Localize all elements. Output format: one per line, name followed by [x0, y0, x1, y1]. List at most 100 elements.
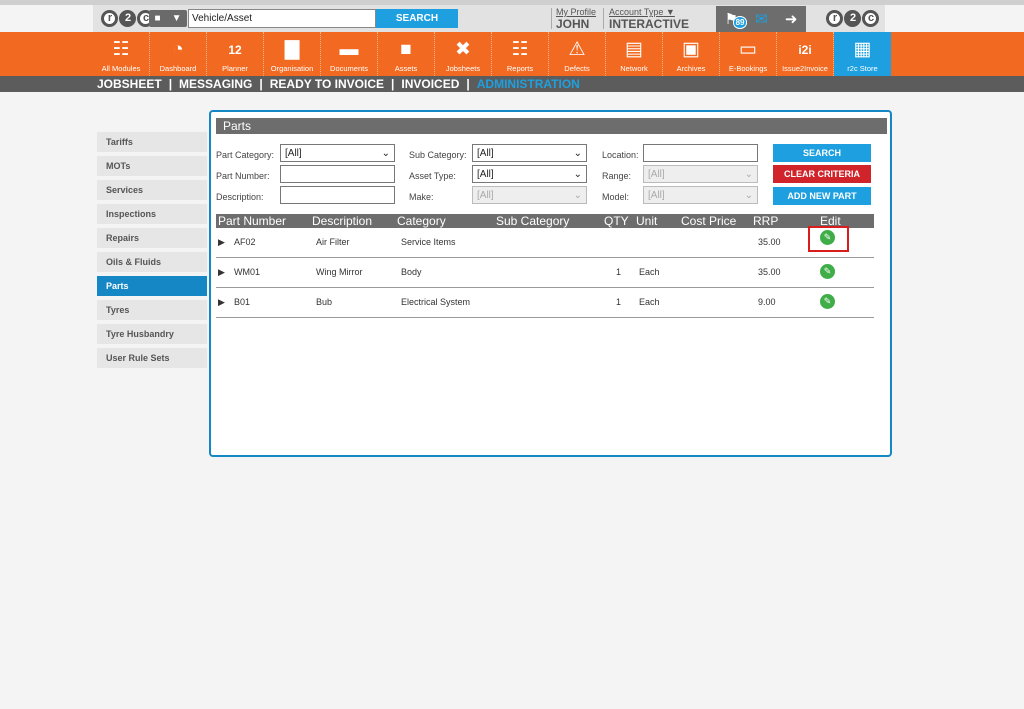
sidebar-item-parts[interactable]: Parts: [97, 276, 207, 296]
sidebar-item-services[interactable]: Services: [97, 180, 207, 200]
description-input[interactable]: [280, 186, 395, 204]
add-new-part-button[interactable]: ADD NEW PART: [773, 187, 871, 205]
module-organisation[interactable]: ▇ Organisation: [264, 32, 321, 76]
table-row[interactable]: ▶ WM01 Wing Mirror Body 1 Each 35.00 ✎: [216, 258, 874, 288]
chevron-down-icon: ⌄: [744, 189, 753, 201]
r2c-logo[interactable]: r2c: [101, 9, 155, 27]
vehicle-search-button[interactable]: SEARCH: [376, 9, 458, 28]
sidebar-item-tyre-husbandry[interactable]: Tyre Husbandry: [97, 324, 207, 344]
edit-icon[interactable]: ✎: [820, 294, 835, 309]
cell-rrp: 35.00: [758, 267, 781, 277]
module-label: Issue2Invoice: [782, 64, 828, 73]
subnav-invoiced[interactable]: INVOICED: [401, 77, 459, 91]
module-bar: ☷ All Modules ◔ Dashboard 12 Planner ▇ Organisa…: [93, 32, 891, 76]
asset-type-select[interactable]: [All] ⌄: [472, 165, 587, 183]
module-label: E-Bookings: [728, 64, 768, 73]
part-category-select[interactable]: [All] ⌄: [280, 144, 395, 162]
module-label: Documents: [330, 64, 368, 73]
warning-icon: ⚠: [568, 39, 586, 60]
asset-type-selector[interactable]: ■ ▼: [149, 10, 187, 27]
module-reports[interactable]: ☷ Reports: [492, 32, 549, 76]
table-row[interactable]: ▶ B01 Bub Electrical System 1 Each 9.00 ✎: [216, 288, 874, 318]
sidebar-item-inspections[interactable]: Inspections: [97, 204, 207, 224]
my-profile-link[interactable]: My Profile: [556, 7, 596, 17]
edit-icon[interactable]: ✎: [820, 264, 835, 279]
cell-category: Service Items: [401, 237, 456, 247]
store-icon: ▦: [853, 39, 872, 60]
chevron-down-icon: ▼: [171, 13, 182, 24]
cell-category: Body: [401, 267, 422, 277]
module-documents[interactable]: ▬ Documents: [321, 32, 378, 76]
envelope-icon[interactable]: ✉: [755, 10, 768, 28]
subnav-jobsheet[interactable]: JOBSHEET: [97, 77, 162, 91]
sub-category-select[interactable]: [All] ⌄: [472, 144, 587, 162]
sidebar-item-tariffs[interactable]: Tariffs: [97, 132, 207, 152]
cell-part-number: AF02: [234, 237, 256, 247]
module-label: Planner: [222, 64, 248, 73]
top-bar: r2c ■ ▼ SEARCH My Profile JOHN Account T…: [93, 5, 885, 32]
clear-criteria-button[interactable]: CLEAR CRITERIA: [773, 165, 871, 183]
module-network[interactable]: ▤ Network: [606, 32, 663, 76]
part-number-input[interactable]: [280, 165, 395, 183]
sidebar-item-tyres[interactable]: Tyres: [97, 300, 207, 320]
cell-qty: 1: [616, 297, 622, 307]
subnav-ready-to-invoice[interactable]: READY TO INVOICE: [270, 77, 384, 91]
module-defects[interactable]: ⚠ Defects: [549, 32, 606, 76]
cell-part-number: B01: [234, 297, 251, 307]
panel-title: Parts: [216, 118, 887, 134]
notifications-icon[interactable]: ⚑ 89: [725, 10, 748, 29]
make-select: [All] ⌄: [472, 186, 587, 204]
cell-rrp: 35.00: [758, 237, 781, 247]
module-e-bookings[interactable]: ▭ E-Bookings: [720, 32, 777, 76]
cell-unit: Each: [639, 267, 660, 277]
col-sub-category: Sub Category: [496, 214, 570, 228]
clipboard-icon: ☷: [511, 39, 529, 60]
col-description: Description: [312, 214, 373, 228]
part-number-label: Part Number:: [216, 171, 270, 181]
col-category: Category: [397, 214, 446, 228]
parts-table-header: Part Number Description Category Sub Cat…: [216, 214, 874, 228]
truck-icon: ■: [154, 13, 161, 24]
parts-panel: Parts Part Category: [All] ⌄ Sub Category…: [209, 110, 892, 457]
module-archives[interactable]: ▣ Archives: [663, 32, 720, 76]
search-button[interactable]: SEARCH: [773, 144, 871, 162]
logout-icon[interactable]: ➜: [785, 10, 798, 28]
expand-arrow-icon[interactable]: ▶: [218, 267, 225, 278]
expand-arrow-icon[interactable]: ▶: [218, 237, 225, 248]
asset-type-label: Asset Type:: [409, 171, 456, 181]
subnav-messaging[interactable]: MESSAGING: [179, 77, 252, 91]
module-planner[interactable]: 12 Planner: [207, 32, 264, 76]
sub-category-label: Sub Category:: [409, 150, 467, 160]
module-assets[interactable]: ■ Assets: [378, 32, 435, 76]
description-label: Description:: [216, 192, 264, 202]
laptop-icon: ▭: [739, 39, 757, 60]
module-issue2invoice[interactable]: i2i Issue2Invoice: [777, 32, 834, 76]
tools-icon: ✖: [455, 39, 471, 60]
calendar-icon: 12: [228, 43, 242, 57]
subnav-separator: |: [391, 77, 395, 91]
location-input[interactable]: [643, 144, 758, 162]
i2i-icon: i2i: [798, 43, 812, 57]
sidebar-item-user-rule-sets[interactable]: User Rule Sets: [97, 348, 207, 368]
cell-unit: Each: [639, 297, 660, 307]
edit-highlight-box: [808, 226, 849, 252]
contacts-icon: ▤: [625, 39, 643, 60]
cell-category: Electrical System: [401, 297, 471, 307]
module-label: r2c Store: [847, 64, 878, 73]
module-all-modules[interactable]: ☷ All Modules: [93, 32, 150, 76]
table-row[interactable]: ▶ AF02 Air Filter Service Items 35.00 ✎: [216, 228, 874, 258]
module-jobsheets[interactable]: ✖ Jobsheets: [435, 32, 492, 76]
notification-count-badge: 89: [732, 16, 748, 29]
module-dashboard[interactable]: ◔ Dashboard: [150, 32, 207, 76]
module-r2c-store[interactable]: ▦ r2c Store: [834, 32, 891, 76]
expand-arrow-icon[interactable]: ▶: [218, 297, 225, 308]
vehicle-asset-input[interactable]: [188, 9, 376, 28]
module-label: Reports: [506, 64, 534, 73]
cell-part-number: WM01: [234, 267, 261, 277]
col-unit: Unit: [636, 214, 658, 228]
account-type-link[interactable]: Account Type ▼: [609, 7, 675, 17]
sidebar-item-repairs[interactable]: Repairs: [97, 228, 207, 248]
sidebar-item-mots[interactable]: MOTs: [97, 156, 207, 176]
subnav-administration[interactable]: ADMINISTRATION: [477, 77, 580, 91]
sidebar-item-oils-fluids[interactable]: Oils & Fluids: [97, 252, 207, 272]
